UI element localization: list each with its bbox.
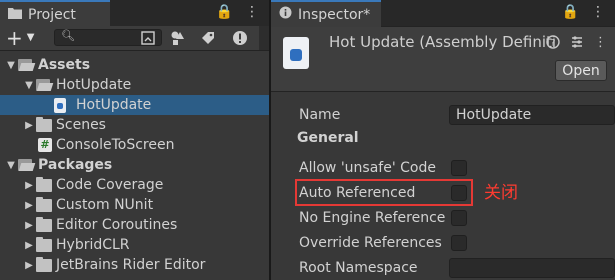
auto-referenced-label: Auto Referenced [299,185,416,201]
tree-item-label: HotUpdate [76,97,152,113]
folder-tab-icon [8,7,22,23]
name-label: Name [299,107,341,123]
chevron-down-icon[interactable]: ▼ [4,160,18,171]
tree-item-jetbrains-rider-editor[interactable]: ▶ JetBrains Rider Editor [0,255,269,275]
chevron-right-icon[interactable]: ▶ [22,200,36,211]
root-namespace-field[interactable] [449,258,615,278]
tree-item-label: Scenes [56,117,106,133]
tree-item-packages[interactable]: ▼ Packages [0,155,269,175]
lock-icon[interactable]: 🔒 [216,4,233,20]
project-tabbar: Project 🔒 ⋮ [0,0,269,27]
tree-item-hotupdate-folder[interactable]: ▼ HotUpdate [0,75,269,95]
chevron-right-icon[interactable]: ▶ [22,120,36,131]
allow-unsafe-checkbox[interactable] [451,160,467,176]
tab-inspector-label: Inspector* [298,6,371,23]
tab-menu-icon[interactable]: ⋮ [245,4,259,20]
tree-item-label: Assets [38,57,91,73]
add-asset-button[interactable]: + ▼ [6,27,34,49]
folder-icon [36,116,52,132]
assembly-definition-icon [283,37,309,69]
tree-item-scenes[interactable]: ▶ Scenes [0,115,269,135]
project-window: Project 🔒 ⋮ + ▼ 🔍︎ ▼ Assets ▼ HotUpdate … [0,0,269,280]
tree-item-label: Editor Coroutines [56,217,178,233]
tree-item-label: HybridCLR [56,237,130,253]
tab-inspector[interactable]: Inspector* [271,0,381,27]
override-references-checkbox[interactable] [451,235,467,251]
scene-search-icon [141,31,155,45]
info-icon [279,6,292,23]
chevron-down-icon[interactable]: ▼ [22,80,36,91]
folder-icon [36,176,52,192]
name-field[interactable] [449,105,615,125]
help-icon[interactable]: ? [546,35,560,53]
tab-project-label: Project [28,6,76,23]
no-engine-reference-label: No Engine Reference [299,210,446,226]
tree-item-hotupdate-asmdef[interactable]: HotUpdate [0,95,269,115]
console-errors-button[interactable] [230,29,250,47]
folder-icon [36,196,52,212]
chevron-down-icon: ▼ [26,32,35,43]
folder-icon [36,256,52,272]
folder-open-icon [36,78,52,92]
chevron-right-icon[interactable]: ▶ [22,180,36,191]
tree-item-label: Code Coverage [56,177,164,193]
tree-item-label: Packages [38,157,113,173]
kebab-menu-icon[interactable]: ⋮ [594,35,607,53]
chevron-right-icon[interactable]: ▶ [22,260,36,271]
folder-open-icon [18,58,34,72]
presets-icon[interactable] [570,35,584,53]
inspector-tabbar: Inspector* 🔒 ⋮ [271,0,615,27]
tree-item-assets[interactable]: ▼ Assets [0,55,269,75]
tree-item-code-coverage[interactable]: ▶ Code Coverage [0,175,269,195]
no-engine-reference-row: No Engine Reference [271,207,615,229]
chevron-down-icon[interactable]: ▼ [4,60,18,71]
folder-icon [36,216,52,232]
shapes-icon [171,31,184,45]
csharp-script-icon: # [38,138,52,152]
tag-icon [202,32,214,44]
root-namespace-label: Root Namespace [299,260,418,276]
auto-referenced-checkbox[interactable] [451,185,467,201]
tree-item-label: HotUpdate [56,77,132,93]
inspector-window: Inspector* 🔒 ⋮ Hot Update (Assembly Defi… [271,0,615,280]
open-button[interactable]: Open [555,60,607,81]
tree-item-hybridclr[interactable]: ▶ HybridCLR [0,235,269,255]
tree-item-custom-nunit[interactable]: ▶ Custom NUnit [0,195,269,215]
project-toolbar: + ▼ 🔍︎ [0,26,269,51]
no-engine-reference-checkbox[interactable] [451,210,467,226]
tree-item-label: JetBrains Rider Editor [56,257,206,273]
annotation-label: 关闭 [484,183,518,203]
inspector-header: Hot Update (Assembly Definiti ? ⋮ Open [271,27,615,92]
tab-project[interactable]: Project [0,0,110,27]
tree-item-label: Custom NUnit [56,197,154,213]
search-by-scene-button[interactable] [138,29,158,47]
tree-item-consoletoscreen[interactable]: # ConsoleToScreen [0,135,269,155]
svg-text:?: ? [551,39,556,49]
filter-by-label-button[interactable] [198,29,218,47]
tree-item-editor-coroutines[interactable]: ▶ Editor Coroutines [0,215,269,235]
allow-unsafe-row: Allow 'unsafe' Code [271,157,615,179]
filter-by-type-button[interactable] [168,29,188,47]
lock-icon[interactable]: 🔒 [562,4,579,20]
override-references-row: Override References [271,232,615,254]
name-row: Name [271,104,615,126]
section-general: General [297,130,359,146]
auto-referenced-row: Auto Referenced [271,182,615,204]
tab-menu-icon[interactable]: ⋮ [591,4,605,20]
chevron-right-icon[interactable]: ▶ [22,240,36,251]
root-namespace-row: Root Namespace [271,257,615,279]
warning-circle-icon [233,31,247,45]
plus-icon: + [6,26,23,50]
override-references-label: Override References [299,235,442,251]
hidden-packages-count [259,26,269,50]
folder-open-icon [18,158,34,172]
allow-unsafe-label: Allow 'unsafe' Code [299,160,436,176]
chevron-right-icon[interactable]: ▶ [22,220,36,231]
assembly-definition-icon [54,97,66,113]
folder-icon [36,236,52,252]
tree-item-label: ConsoleToScreen [56,137,175,153]
